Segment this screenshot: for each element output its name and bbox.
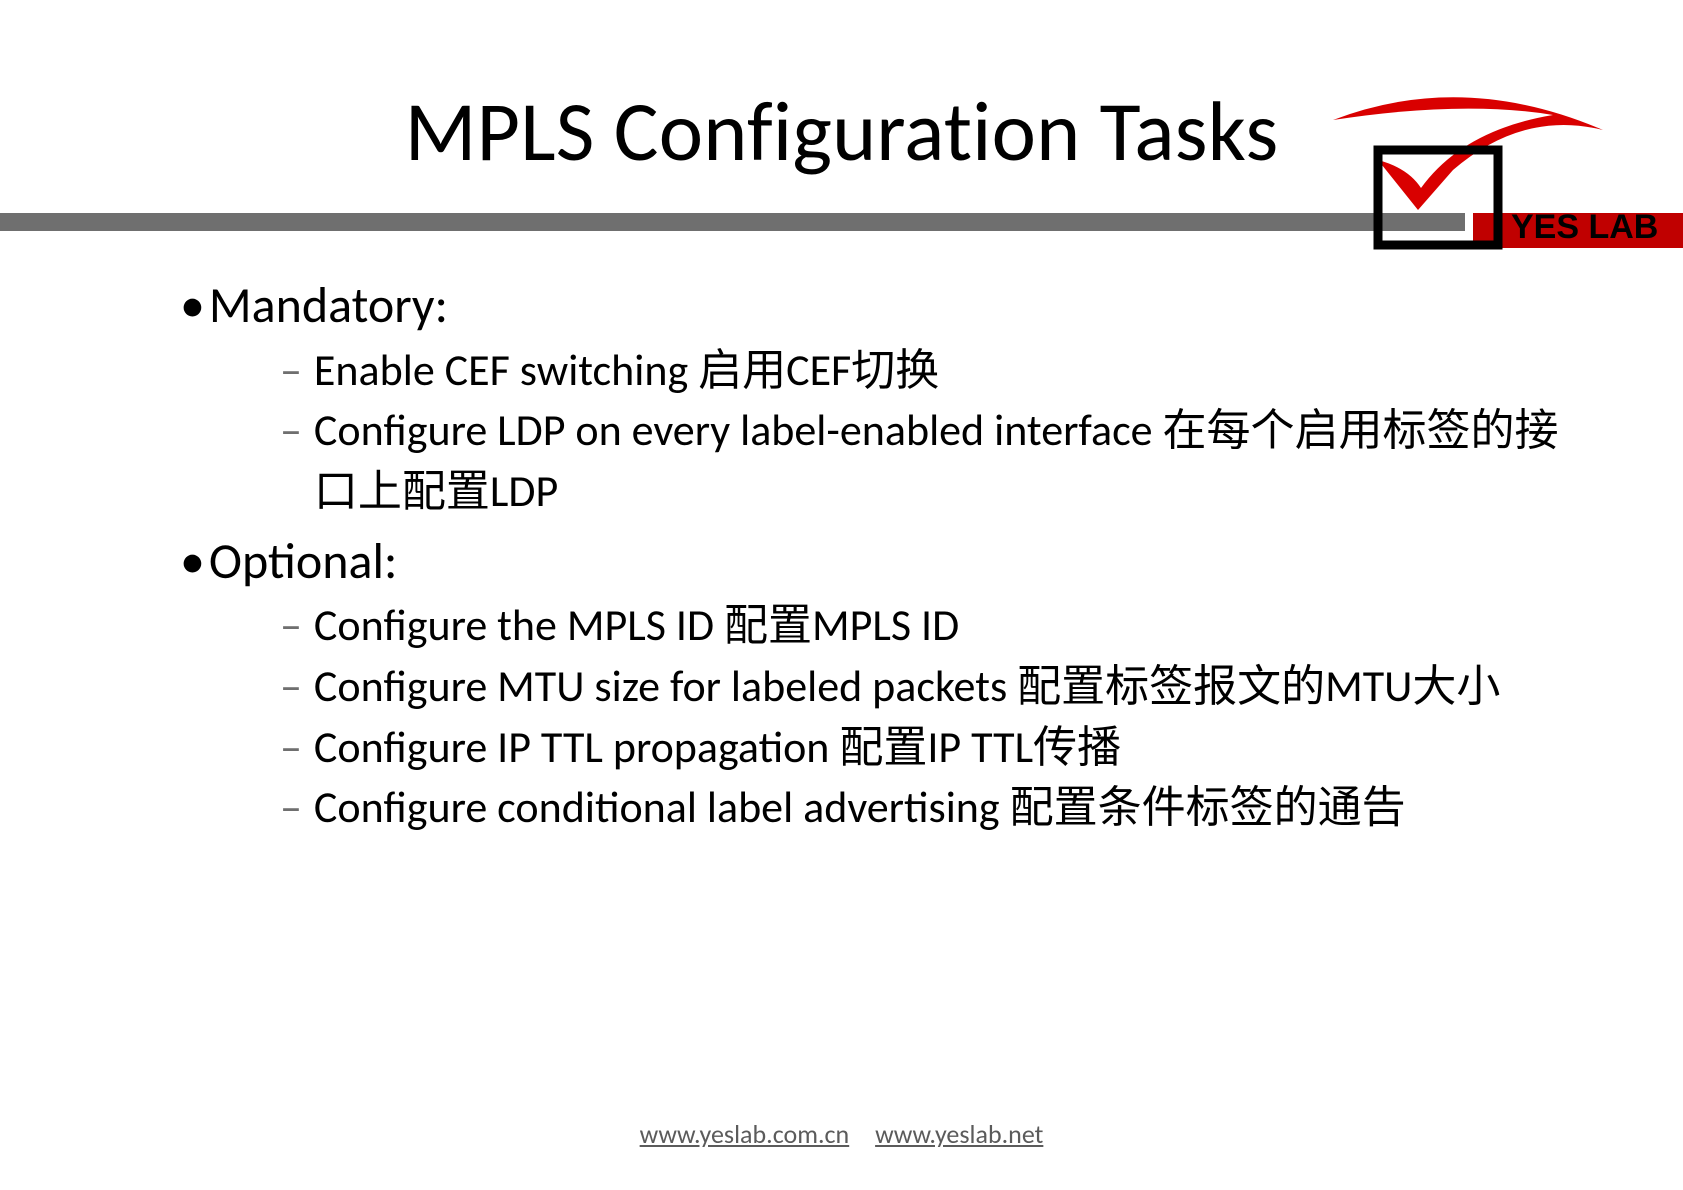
- list-item: – Configure LDP on every label-enabled i…: [280, 400, 1563, 521]
- slide: MPLS Configuration Tasks YES LAB • Manda…: [0, 0, 1683, 1190]
- yeslab-logo-icon: YES LAB: [1323, 60, 1663, 260]
- item-text: Configure MTU size for labeled packets 配…: [314, 656, 1563, 717]
- divider-gray: [0, 213, 1465, 231]
- list-item: – Configure IP TTL propagation 配置IP TTL传…: [280, 717, 1563, 778]
- list-item: – Enable CEF switching 启用CEF切换: [280, 340, 1563, 401]
- item-text: Configure conditional label advertising …: [314, 777, 1563, 838]
- item-text: Configure IP TTL propagation 配置IP TTL传播: [314, 717, 1563, 778]
- section-heading-optional: • Optional:: [180, 528, 1563, 596]
- title-row: MPLS Configuration Tasks YES LAB: [80, 60, 1603, 183]
- dash-icon: –: [280, 595, 302, 656]
- content: • Mandatory: – Enable CEF switching 启用CE…: [80, 272, 1603, 838]
- item-text: Configure the MPLS ID 配置MPLS ID: [314, 595, 1563, 656]
- heading-text: Mandatory:: [209, 272, 448, 340]
- footer: www.yeslab.com.cn www.yeslab.net: [0, 1118, 1683, 1150]
- dash-icon: –: [280, 340, 302, 401]
- list-item: – Configure conditional label advertisin…: [280, 777, 1563, 838]
- footer-link-1[interactable]: www.yeslab.com.cn: [640, 1118, 850, 1150]
- list-item: – Configure MTU size for labeled packets…: [280, 656, 1563, 717]
- item-text: Enable CEF switching 启用CEF切换: [314, 340, 1563, 401]
- heading-text: Optional:: [209, 528, 397, 596]
- dash-icon: –: [280, 717, 302, 778]
- item-text: Configure LDP on every label-enabled int…: [314, 400, 1563, 521]
- dash-icon: –: [280, 400, 302, 521]
- list-item: – Configure the MPLS ID 配置MPLS ID: [280, 595, 1563, 656]
- logo: YES LAB: [1323, 60, 1663, 260]
- dash-icon: –: [280, 656, 302, 717]
- dash-icon: –: [280, 777, 302, 838]
- bullet-icon: •: [180, 528, 205, 596]
- section-heading-mandatory: • Mandatory:: [180, 272, 1563, 340]
- bullet-icon: •: [180, 272, 205, 340]
- footer-link-2[interactable]: www.yeslab.net: [875, 1118, 1043, 1150]
- logo-text: YES LAB: [1511, 208, 1658, 246]
